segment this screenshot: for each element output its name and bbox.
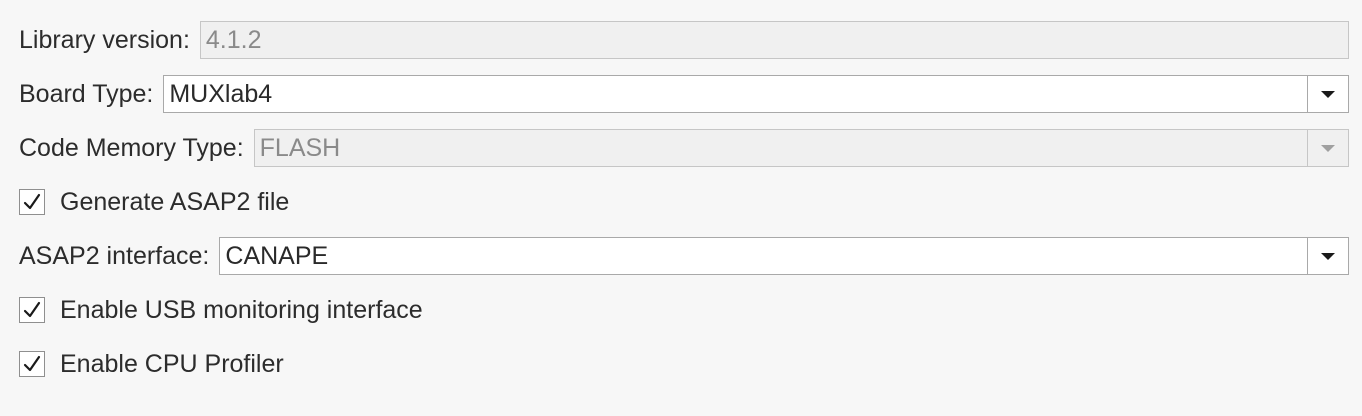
enable-usb-monitoring-row: Enable USB monitoring interface bbox=[19, 290, 1349, 330]
asap2-interface-select[interactable]: CANAPE bbox=[219, 237, 1349, 275]
enable-cpu-profiler-label[interactable]: Enable CPU Profiler bbox=[60, 350, 284, 379]
library-version-value: 4.1.2 bbox=[205, 25, 262, 54]
enable-cpu-profiler-row: Enable CPU Profiler bbox=[19, 344, 1349, 384]
generate-asap2-label[interactable]: Generate ASAP2 file bbox=[60, 188, 289, 217]
board-type-label: Board Type: bbox=[19, 79, 154, 108]
code-memory-type-dropdown-button bbox=[1307, 130, 1348, 166]
checkmark-icon bbox=[23, 193, 41, 210]
chevron-down-icon bbox=[1321, 252, 1335, 260]
enable-cpu-profiler-checkbox[interactable] bbox=[19, 351, 45, 377]
enable-usb-monitoring-label[interactable]: Enable USB monitoring interface bbox=[60, 296, 423, 325]
library-version-field: 4.1.2 bbox=[199, 21, 1349, 59]
asap2-interface-dropdown-button[interactable] bbox=[1307, 238, 1348, 274]
asap2-interface-value: CANAPE bbox=[225, 241, 329, 270]
code-memory-type-select: FLASH bbox=[253, 129, 1349, 167]
chevron-down-icon bbox=[1321, 144, 1335, 152]
asap2-interface-row: ASAP2 interface: CANAPE bbox=[19, 236, 1349, 276]
generate-asap2-checkbox[interactable] bbox=[19, 189, 45, 215]
code-memory-type-label: Code Memory Type: bbox=[19, 133, 244, 162]
board-type-dropdown-button[interactable] bbox=[1307, 76, 1348, 112]
board-type-row: Board Type: MUXlab4 bbox=[19, 74, 1349, 114]
library-version-label: Library version: bbox=[19, 25, 190, 54]
enable-usb-monitoring-checkbox[interactable] bbox=[19, 297, 45, 323]
asap2-interface-label: ASAP2 interface: bbox=[19, 241, 210, 270]
code-memory-type-row: Code Memory Type: FLASH bbox=[19, 128, 1349, 168]
chevron-down-icon bbox=[1321, 90, 1335, 98]
checkmark-icon bbox=[23, 301, 41, 318]
library-version-row: Library version: 4.1.2 bbox=[19, 20, 1349, 60]
generate-asap2-row: Generate ASAP2 file bbox=[19, 182, 1349, 222]
board-type-value: MUXlab4 bbox=[169, 79, 273, 108]
checkmark-icon bbox=[23, 355, 41, 372]
board-type-select[interactable]: MUXlab4 bbox=[163, 75, 1349, 113]
code-memory-type-value: FLASH bbox=[259, 133, 341, 162]
